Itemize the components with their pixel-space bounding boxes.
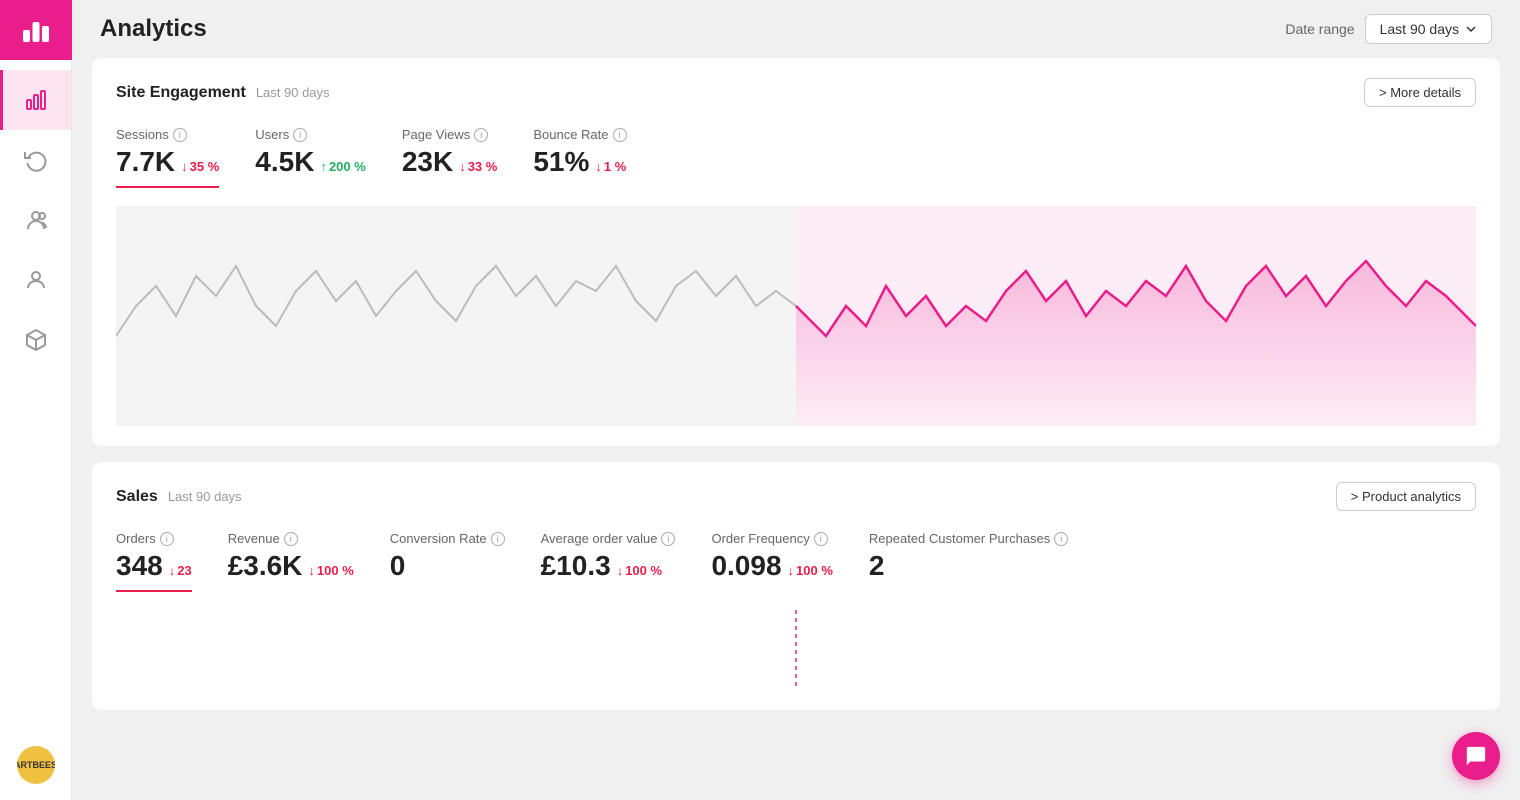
aov-change: ↓ 100 % [617, 563, 662, 578]
pageviews-info-icon[interactable]: i [474, 128, 488, 142]
metric-bounce-rate: Bounce Rate i 51% ↓ 1 % [533, 127, 626, 188]
orderfreq-change: ↓ 100 % [788, 563, 833, 578]
bouncerate-change: ↓ 1 % [595, 159, 626, 174]
site-engagement-chart [116, 206, 1476, 426]
sessions-underline [116, 186, 219, 188]
sales-chart [116, 610, 1476, 690]
chat-bubble[interactable] [1452, 732, 1500, 780]
chat-icon [1465, 745, 1487, 767]
aov-info-icon[interactable]: i [661, 532, 675, 546]
metric-users: Users i 4.5K ↑ 200 % [255, 127, 366, 188]
sales-subtitle: Last 90 days [168, 489, 242, 504]
avatar[interactable]: ARTBEES [17, 746, 55, 784]
refresh-icon [24, 148, 48, 172]
revenue-info-icon[interactable]: i [284, 532, 298, 546]
sidebar-bottom: ARTBEES [0, 730, 71, 800]
bouncerate-info-icon[interactable]: i [613, 128, 627, 142]
page-title: Analytics [100, 15, 207, 43]
products-icon [24, 328, 48, 352]
audience-icon [24, 208, 48, 232]
logo-icon [20, 14, 52, 46]
users-value: 4.5K [255, 146, 314, 178]
product-analytics-button[interactable]: > Product analytics [1336, 482, 1476, 511]
sidebar-item-analytics[interactable] [0, 70, 71, 130]
users-change: ↑ 200 % [320, 159, 365, 174]
metric-conversion-rate: Conversion Rate i 0 [390, 531, 505, 592]
sidebar-item-profile[interactable] [0, 250, 71, 310]
sales-metrics: Orders i 348 ↓ 23 Revenue i £3.6K ↓ 100 … [116, 531, 1476, 592]
metric-orders: Orders i 348 ↓ 23 [116, 531, 192, 592]
site-engagement-title: Site Engagement [116, 84, 246, 102]
orderfreq-info-icon[interactable]: i [814, 532, 828, 546]
date-range-select[interactable]: Last 90 days [1365, 14, 1492, 44]
conversion-info-icon[interactable]: i [491, 532, 505, 546]
revenue-change: ↓ 100 % [308, 563, 353, 578]
sessions-change: ↓ 35 % [181, 159, 219, 174]
header-controls: Date range Last 90 days [1285, 14, 1492, 44]
sidebar-item-refresh[interactable] [0, 130, 71, 190]
profile-icon [24, 268, 48, 292]
sidebar-item-audience[interactable] [0, 190, 71, 250]
site-engagement-subtitle: Last 90 days [256, 85, 330, 100]
site-engagement-header: Site Engagement Last 90 days > More deta… [116, 78, 1476, 107]
site-engagement-metrics: Sessions i 7.7K ↓ 35 % Users i 4.5K ↑ 20… [116, 127, 1476, 188]
orders-change: ↓ 23 [169, 563, 192, 578]
more-details-button[interactable]: > More details [1364, 78, 1476, 107]
sidebar-navigation [0, 60, 71, 730]
sessions-info-icon[interactable]: i [173, 128, 187, 142]
date-range-label: Date range [1285, 21, 1354, 37]
metric-order-frequency: Order Frequency i 0.098 ↓ 100 % [711, 531, 832, 592]
metric-revenue: Revenue i £3.6K ↓ 100 % [228, 531, 354, 592]
page-header: Analytics Date range Last 90 days [72, 0, 1520, 58]
bouncerate-value: 51% [533, 146, 589, 178]
analytics-icon [24, 88, 48, 112]
orders-info-icon[interactable]: i [160, 532, 174, 546]
sessions-value: 7.7K [116, 146, 175, 178]
orders-underline [116, 590, 192, 592]
sales-header: Sales Last 90 days > Product analytics [116, 482, 1476, 511]
sales-card: Sales Last 90 days > Product analytics O… [92, 462, 1500, 710]
conversion-value: 0 [390, 550, 406, 582]
users-info-icon[interactable]: i [293, 128, 307, 142]
sidebar: ARTBEES [0, 0, 72, 800]
sidebar-logo[interactable] [0, 0, 72, 60]
pageviews-value: 23K [402, 146, 453, 178]
repeatedpurchases-info-icon[interactable]: i [1054, 532, 1068, 546]
site-engagement-card: Site Engagement Last 90 days > More deta… [92, 58, 1500, 446]
pageviews-change: ↓ 33 % [459, 159, 497, 174]
sidebar-item-products[interactable] [0, 310, 71, 370]
chevron-down-icon [1465, 23, 1477, 35]
revenue-value: £3.6K [228, 550, 303, 582]
orderfreq-value: 0.098 [711, 550, 781, 582]
main-content: Analytics Date range Last 90 days Site E… [72, 0, 1520, 800]
metric-sessions: Sessions i 7.7K ↓ 35 % [116, 127, 219, 188]
aov-value: £10.3 [541, 550, 611, 582]
repeatedpurchases-value: 2 [869, 550, 885, 582]
metric-avg-order-value: Average order value i £10.3 ↓ 100 % [541, 531, 676, 592]
metric-page-views: Page Views i 23K ↓ 33 % [402, 127, 498, 188]
metric-repeated-purchases: Repeated Customer Purchases i 2 [869, 531, 1068, 592]
orders-value: 348 [116, 550, 163, 582]
sales-title: Sales [116, 488, 158, 506]
